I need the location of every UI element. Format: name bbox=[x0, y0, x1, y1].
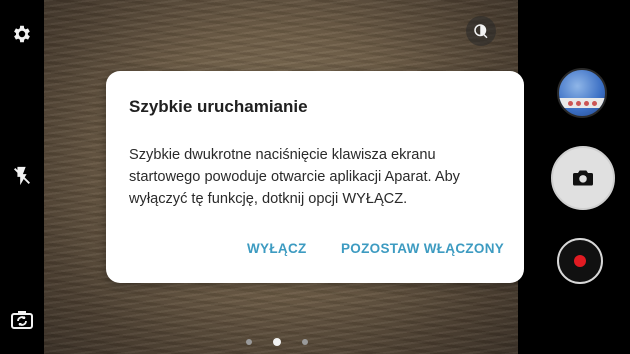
page-dot-active[interactable] bbox=[273, 338, 281, 346]
page-dot[interactable] bbox=[302, 339, 308, 345]
filter-icon[interactable] bbox=[466, 16, 496, 46]
gallery-thumbnail[interactable] bbox=[557, 68, 607, 118]
thumbnail-strip bbox=[559, 98, 605, 108]
flash-off-icon[interactable] bbox=[8, 162, 36, 190]
gear-icon[interactable] bbox=[8, 20, 36, 48]
turn-off-button[interactable]: WYŁĄCZ bbox=[247, 241, 307, 256]
record-video-button[interactable] bbox=[557, 238, 603, 284]
dialog-title: Szybkie uruchamianie bbox=[129, 97, 308, 116]
dialog-message: Szybkie dwukrotne naciśnięcie klawisza e… bbox=[129, 147, 460, 207]
quick-launch-dialog: Szybkie uruchamianie Szybkie dwukrotne n… bbox=[106, 71, 524, 283]
switch-camera-icon[interactable] bbox=[8, 306, 36, 334]
capture-photo-button[interactable] bbox=[551, 146, 615, 210]
page-dot[interactable] bbox=[246, 339, 252, 345]
keep-on-button[interactable]: POZOSTAW WŁĄCZONY bbox=[341, 241, 504, 256]
camera-icon bbox=[573, 170, 593, 186]
record-dot-icon bbox=[574, 255, 586, 267]
page-indicator bbox=[246, 338, 308, 346]
